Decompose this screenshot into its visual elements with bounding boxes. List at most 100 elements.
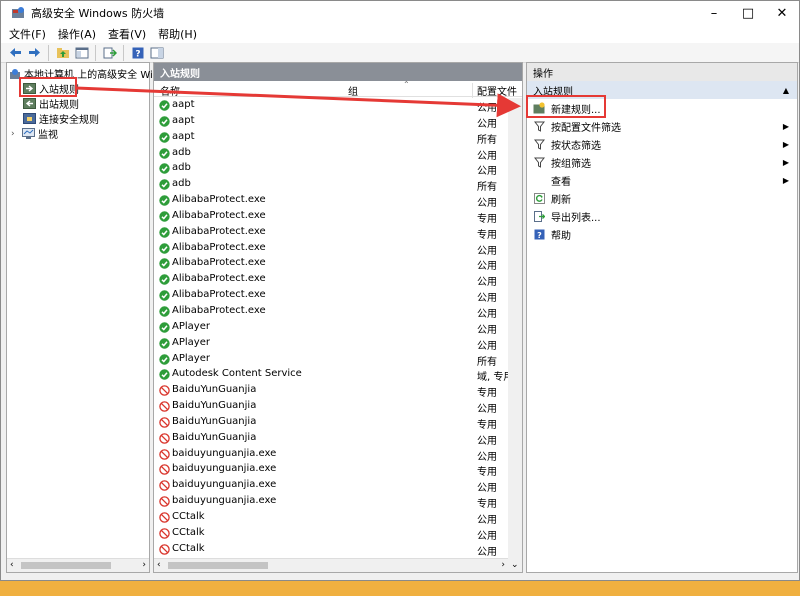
menu-view[interactable]: 查看(V)	[108, 26, 146, 42]
rules-horizontal-scrollbar[interactable]: ‹ ›	[154, 558, 508, 572]
column-header-profile[interactable]: 配置文件	[472, 83, 517, 98]
table-row[interactable]: adb 公用	[154, 146, 508, 162]
table-row[interactable]: AlibabaProtect.exe 公用	[154, 193, 508, 209]
rule-name: baiduyunguanjia.exe	[172, 479, 277, 491]
table-row[interactable]: CCtalk 公用	[154, 526, 508, 542]
table-row[interactable]: baiduyunguanjia.exe 专用	[154, 462, 508, 478]
action-view[interactable]: 查看 ▶	[527, 171, 797, 189]
action-pane-toggle-button[interactable]	[148, 45, 165, 61]
arrow-right-icon	[29, 48, 40, 57]
up-level-button[interactable]	[54, 45, 71, 61]
action-filter-by-state[interactable]: 按状态筛选 ▶	[527, 135, 797, 153]
actions-section-inbound-rules[interactable]: 入站规则 ▲	[527, 81, 797, 99]
scroll-right-icon[interactable]: ›	[501, 560, 505, 570]
scroll-left-icon[interactable]: ‹	[157, 560, 161, 570]
tree-horizontal-scrollbar[interactable]: ‹ ›	[7, 558, 149, 572]
rule-name: AlibabaProtect.exe	[172, 241, 266, 253]
table-row[interactable]: BaiduYunGuanjia 专用	[154, 383, 508, 399]
action-export-list[interactable]: 导出列表...	[527, 207, 797, 225]
table-row[interactable]: AlibabaProtect.exe 公用	[154, 304, 508, 320]
rule-profile: 专用	[477, 419, 497, 431]
action-help[interactable]: ? 帮助	[527, 225, 797, 243]
tree-item-inbound-rules[interactable]: 入站规则	[23, 81, 79, 96]
allow-check-icon	[159, 100, 170, 111]
show-hide-tree-button[interactable]	[73, 45, 90, 61]
rules-vertical-scrollbar[interactable]: ⌄	[508, 98, 522, 572]
submenu-arrow-icon: ▶	[782, 139, 789, 149]
block-icon	[159, 512, 170, 523]
close-button[interactable]: ✕	[765, 1, 799, 25]
help-toolbar-button[interactable]: ?	[129, 45, 146, 61]
action-filter-by-group[interactable]: 按组筛选 ▶	[527, 153, 797, 171]
forward-button[interactable]	[26, 45, 43, 61]
tree-item-monitoring[interactable]: › 监视	[11, 126, 58, 141]
expand-chevron-icon[interactable]: ›	[11, 129, 19, 139]
scroll-thumb[interactable]	[168, 562, 268, 569]
action-refresh[interactable]: 刷新	[527, 189, 797, 207]
table-row[interactable]: adb 公用	[154, 161, 508, 177]
action-filter-by-profile[interactable]: 按配置文件筛选 ▶	[527, 117, 797, 135]
table-row[interactable]: CCtalk 公用	[154, 510, 508, 526]
table-row[interactable]: APlayer 所有	[154, 352, 508, 368]
table-row[interactable]: CCtalk 公用	[154, 542, 508, 558]
table-row[interactable]: AlibabaProtect.exe 专用	[154, 225, 508, 241]
rule-profile: 公用	[477, 324, 497, 336]
minimize-button[interactable]: –	[697, 1, 731, 25]
table-row[interactable]: BaiduYunGuanjia 公用	[154, 431, 508, 447]
menu-action[interactable]: 操作(A)	[58, 26, 96, 42]
firewall-app-icon	[12, 7, 24, 18]
export-button[interactable]	[101, 45, 118, 61]
action-label: 查看	[551, 176, 571, 188]
allow-check-icon	[159, 369, 170, 381]
rule-profile: 公用	[477, 293, 497, 305]
menu-help[interactable]: 帮助(H)	[158, 26, 197, 42]
table-row[interactable]: BaiduYunGuanjia 专用	[154, 415, 508, 431]
rule-name: BaiduYunGuanjia	[172, 415, 257, 427]
rule-name: APlayer	[172, 352, 210, 364]
allow-check-icon	[159, 290, 170, 301]
menu-file[interactable]: 文件(F)	[9, 26, 46, 42]
table-row[interactable]: AlibabaProtect.exe 公用	[154, 272, 508, 288]
table-row[interactable]: adb 所有	[154, 177, 508, 193]
scroll-down-icon[interactable]: ⌄	[511, 560, 519, 570]
table-row[interactable]: APlayer 公用	[154, 336, 508, 352]
column-header-name[interactable]: 名称	[160, 83, 180, 98]
menu-bar: 文件(F) 操作(A) 查看(V) 帮助(H)	[1, 25, 799, 43]
table-row[interactable]: baiduyunguanjia.exe 公用	[154, 447, 508, 463]
scroll-left-icon[interactable]: ‹	[10, 560, 14, 570]
scroll-thumb[interactable]	[21, 562, 111, 569]
table-row[interactable]: BaiduYunGuanjia 公用	[154, 399, 508, 415]
maximize-button[interactable]: □	[731, 1, 765, 25]
table-row[interactable]: APlayer 公用	[154, 320, 508, 336]
table-row[interactable]: aapt 公用	[154, 114, 508, 130]
collapse-caret-icon[interactable]: ▲	[783, 86, 789, 95]
svg-text:?: ?	[135, 49, 140, 59]
table-row[interactable]: AlibabaProtect.exe 公用	[154, 256, 508, 272]
rule-name: APlayer	[172, 336, 210, 348]
allow-check-icon	[159, 211, 170, 222]
table-row[interactable]: baiduyunguanjia.exe 公用	[154, 478, 508, 494]
table-row[interactable]: AlibabaProtect.exe 公用	[154, 288, 508, 304]
rule-name: CCtalk	[172, 542, 205, 554]
outbound-rules-icon	[23, 98, 36, 109]
table-row[interactable]: aapt 所有	[154, 130, 508, 146]
console-tree-icon	[75, 47, 88, 58]
rule-profile: 专用	[477, 388, 497, 400]
scroll-right-icon[interactable]: ›	[142, 560, 146, 570]
table-row[interactable]: Autodesk Content Service 域, 专用	[154, 367, 513, 383]
tree-root[interactable]: 本地计算机 上的高级安全 Wind	[9, 66, 166, 81]
table-row[interactable]: AlibabaProtect.exe 公用	[154, 241, 508, 257]
back-button[interactable]	[7, 45, 24, 61]
inbound-rules-icon	[23, 83, 36, 94]
tree-item-connection-security-rules[interactable]: 连接安全规则	[23, 111, 99, 126]
tree-item-label: 入站规则	[39, 85, 79, 96]
block-icon	[159, 432, 170, 444]
table-row[interactable]: baiduyunguanjia.exe 专用	[154, 494, 508, 510]
rule-name: baiduyunguanjia.exe	[172, 447, 277, 459]
column-header-group[interactable]: 组	[348, 83, 358, 98]
table-row[interactable]: aapt 公用	[154, 98, 508, 114]
tree-item-outbound-rules[interactable]: 出站规则	[23, 96, 79, 111]
table-row[interactable]: AlibabaProtect.exe 专用	[154, 209, 508, 225]
export-icon	[533, 210, 545, 222]
action-new-rule[interactable]: 新建规则...	[527, 99, 797, 117]
